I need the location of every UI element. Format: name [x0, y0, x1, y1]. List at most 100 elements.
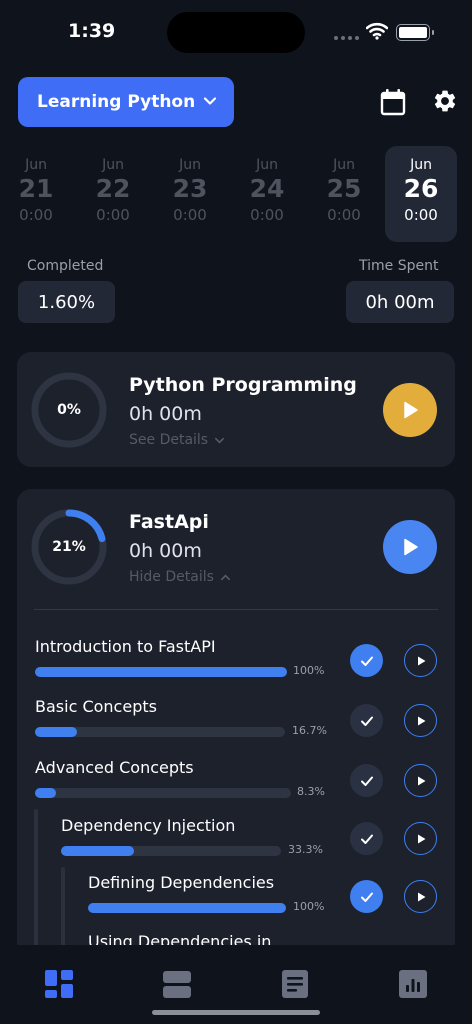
date-item[interactable]: Jun 25 0:00 — [308, 146, 380, 242]
date-item[interactable]: Jun 22 0:00 — [77, 146, 149, 242]
lesson-name: Introduction to FastAPI — [35, 637, 216, 656]
calendar-icon[interactable] — [380, 88, 406, 116]
date-time: 0:00 — [19, 206, 53, 224]
see-details-toggle[interactable]: See Details — [129, 432, 225, 448]
check-icon — [360, 716, 373, 726]
date-month: Jun — [410, 157, 432, 173]
date-day: 23 — [172, 174, 208, 203]
date-month: Jun — [102, 157, 124, 173]
courses-icon[interactable] — [162, 969, 192, 999]
progress-percent: 21% — [52, 539, 86, 555]
complete-toggle[interactable] — [350, 764, 383, 797]
stats-icon[interactable] — [398, 969, 428, 999]
battery-icon — [396, 24, 434, 41]
course-time: 0h 00m — [129, 540, 202, 562]
lesson-progress-bar — [88, 903, 286, 913]
toggle-label: Hide Details — [129, 569, 214, 585]
lesson-percent: 8.3% — [297, 785, 325, 798]
status-time: 1:39 — [68, 20, 116, 42]
date-item[interactable]: Jun 23 0:00 — [154, 146, 226, 242]
play-icon — [417, 892, 425, 901]
course-selector-label: Learning Python — [37, 92, 196, 112]
chevron-down-icon — [215, 437, 225, 444]
date-item[interactable]: Jun 21 0:00 — [0, 146, 72, 242]
date-month: Jun — [333, 157, 355, 173]
check-icon — [360, 776, 373, 786]
play-icon — [417, 716, 425, 725]
complete-toggle[interactable] — [350, 822, 383, 855]
date-item-selected[interactable]: Jun 26 0:00 — [385, 146, 457, 242]
lesson-name: Using Dependencies in — [88, 932, 272, 945]
lesson-name: Defining Dependencies — [88, 873, 275, 892]
check-icon — [360, 892, 373, 902]
check-icon — [360, 656, 373, 666]
lesson-progress-bar — [35, 667, 287, 677]
completed-value: 1.60% — [18, 281, 115, 323]
date-day: 21 — [18, 174, 54, 203]
lesson-percent: 100% — [293, 900, 325, 913]
notes-icon[interactable] — [280, 969, 310, 999]
play-icon — [404, 538, 418, 556]
play-icon — [417, 656, 425, 665]
time-spent-value: 0h 00m — [346, 281, 454, 323]
time-spent-label: Time Spent — [359, 258, 439, 274]
complete-toggle[interactable] — [350, 704, 383, 737]
play-course-button[interactable] — [383, 383, 437, 437]
play-lesson-button[interactable] — [404, 764, 437, 797]
complete-toggle[interactable] — [350, 644, 383, 677]
play-lesson-button[interactable] — [404, 644, 437, 677]
completed-label: Completed — [27, 258, 104, 274]
chevron-down-icon — [203, 97, 217, 105]
nesting-line — [34, 809, 38, 945]
lesson-progress-bar — [61, 846, 281, 856]
play-icon — [404, 401, 418, 419]
chevron-up-icon — [220, 573, 230, 580]
play-lesson-button[interactable] — [404, 880, 437, 913]
date-day: 22 — [95, 174, 131, 203]
lesson-name: Basic Concepts — [35, 697, 157, 716]
lesson-name: Dependency Injection — [61, 816, 236, 835]
date-month: Jun — [256, 157, 278, 173]
nesting-line — [61, 867, 65, 945]
lesson-name: Advanced Concepts — [35, 758, 194, 777]
lesson-percent: 100% — [293, 664, 325, 677]
date-item[interactable]: Jun 24 0:00 — [231, 146, 303, 242]
gear-icon[interactable] — [432, 88, 458, 114]
course-title: Python Programming — [129, 374, 357, 396]
course-card-expanded[interactable]: 21% FastApi 0h 00m Hide Details Introduc… — [17, 489, 455, 945]
play-lesson-button[interactable] — [404, 704, 437, 737]
play-course-button[interactable] — [383, 520, 437, 574]
date-month: Jun — [179, 157, 201, 173]
divider — [34, 609, 438, 610]
play-icon — [417, 776, 425, 785]
date-strip: Jun 21 0:00 Jun 22 0:00 Jun 23 0:00 Jun … — [0, 146, 472, 242]
date-time: 0:00 — [250, 206, 284, 224]
play-lesson-button[interactable] — [404, 822, 437, 855]
lesson-percent: 33.3% — [288, 843, 323, 856]
date-day: 24 — [249, 174, 285, 203]
home-indicator — [152, 1010, 320, 1015]
course-title: FastApi — [129, 511, 209, 533]
progress-percent: 0% — [57, 402, 81, 418]
check-icon — [360, 834, 373, 844]
lesson-progress-bar — [35, 788, 291, 798]
date-day: 26 — [403, 174, 439, 203]
lesson-percent: 16.7% — [292, 724, 327, 737]
course-time: 0h 00m — [129, 403, 202, 425]
course-card[interactable]: 0% Python Programming 0h 00m See Details — [17, 352, 455, 467]
date-month: Jun — [25, 157, 47, 173]
dashboard-icon[interactable] — [44, 969, 74, 999]
date-time: 0:00 — [327, 206, 361, 224]
signal-icon — [334, 36, 359, 40]
play-icon — [417, 834, 425, 843]
dynamic-island — [167, 12, 305, 53]
hide-details-toggle[interactable]: Hide Details — [129, 569, 231, 585]
date-day: 25 — [326, 174, 362, 203]
date-time: 0:00 — [96, 206, 130, 224]
date-time: 0:00 — [404, 206, 438, 224]
course-selector-button[interactable]: Learning Python — [18, 77, 234, 127]
lesson-progress-bar — [35, 727, 285, 737]
complete-toggle[interactable] — [350, 880, 383, 913]
status-bar: 1:39 — [0, 0, 472, 64]
date-time: 0:00 — [173, 206, 207, 224]
